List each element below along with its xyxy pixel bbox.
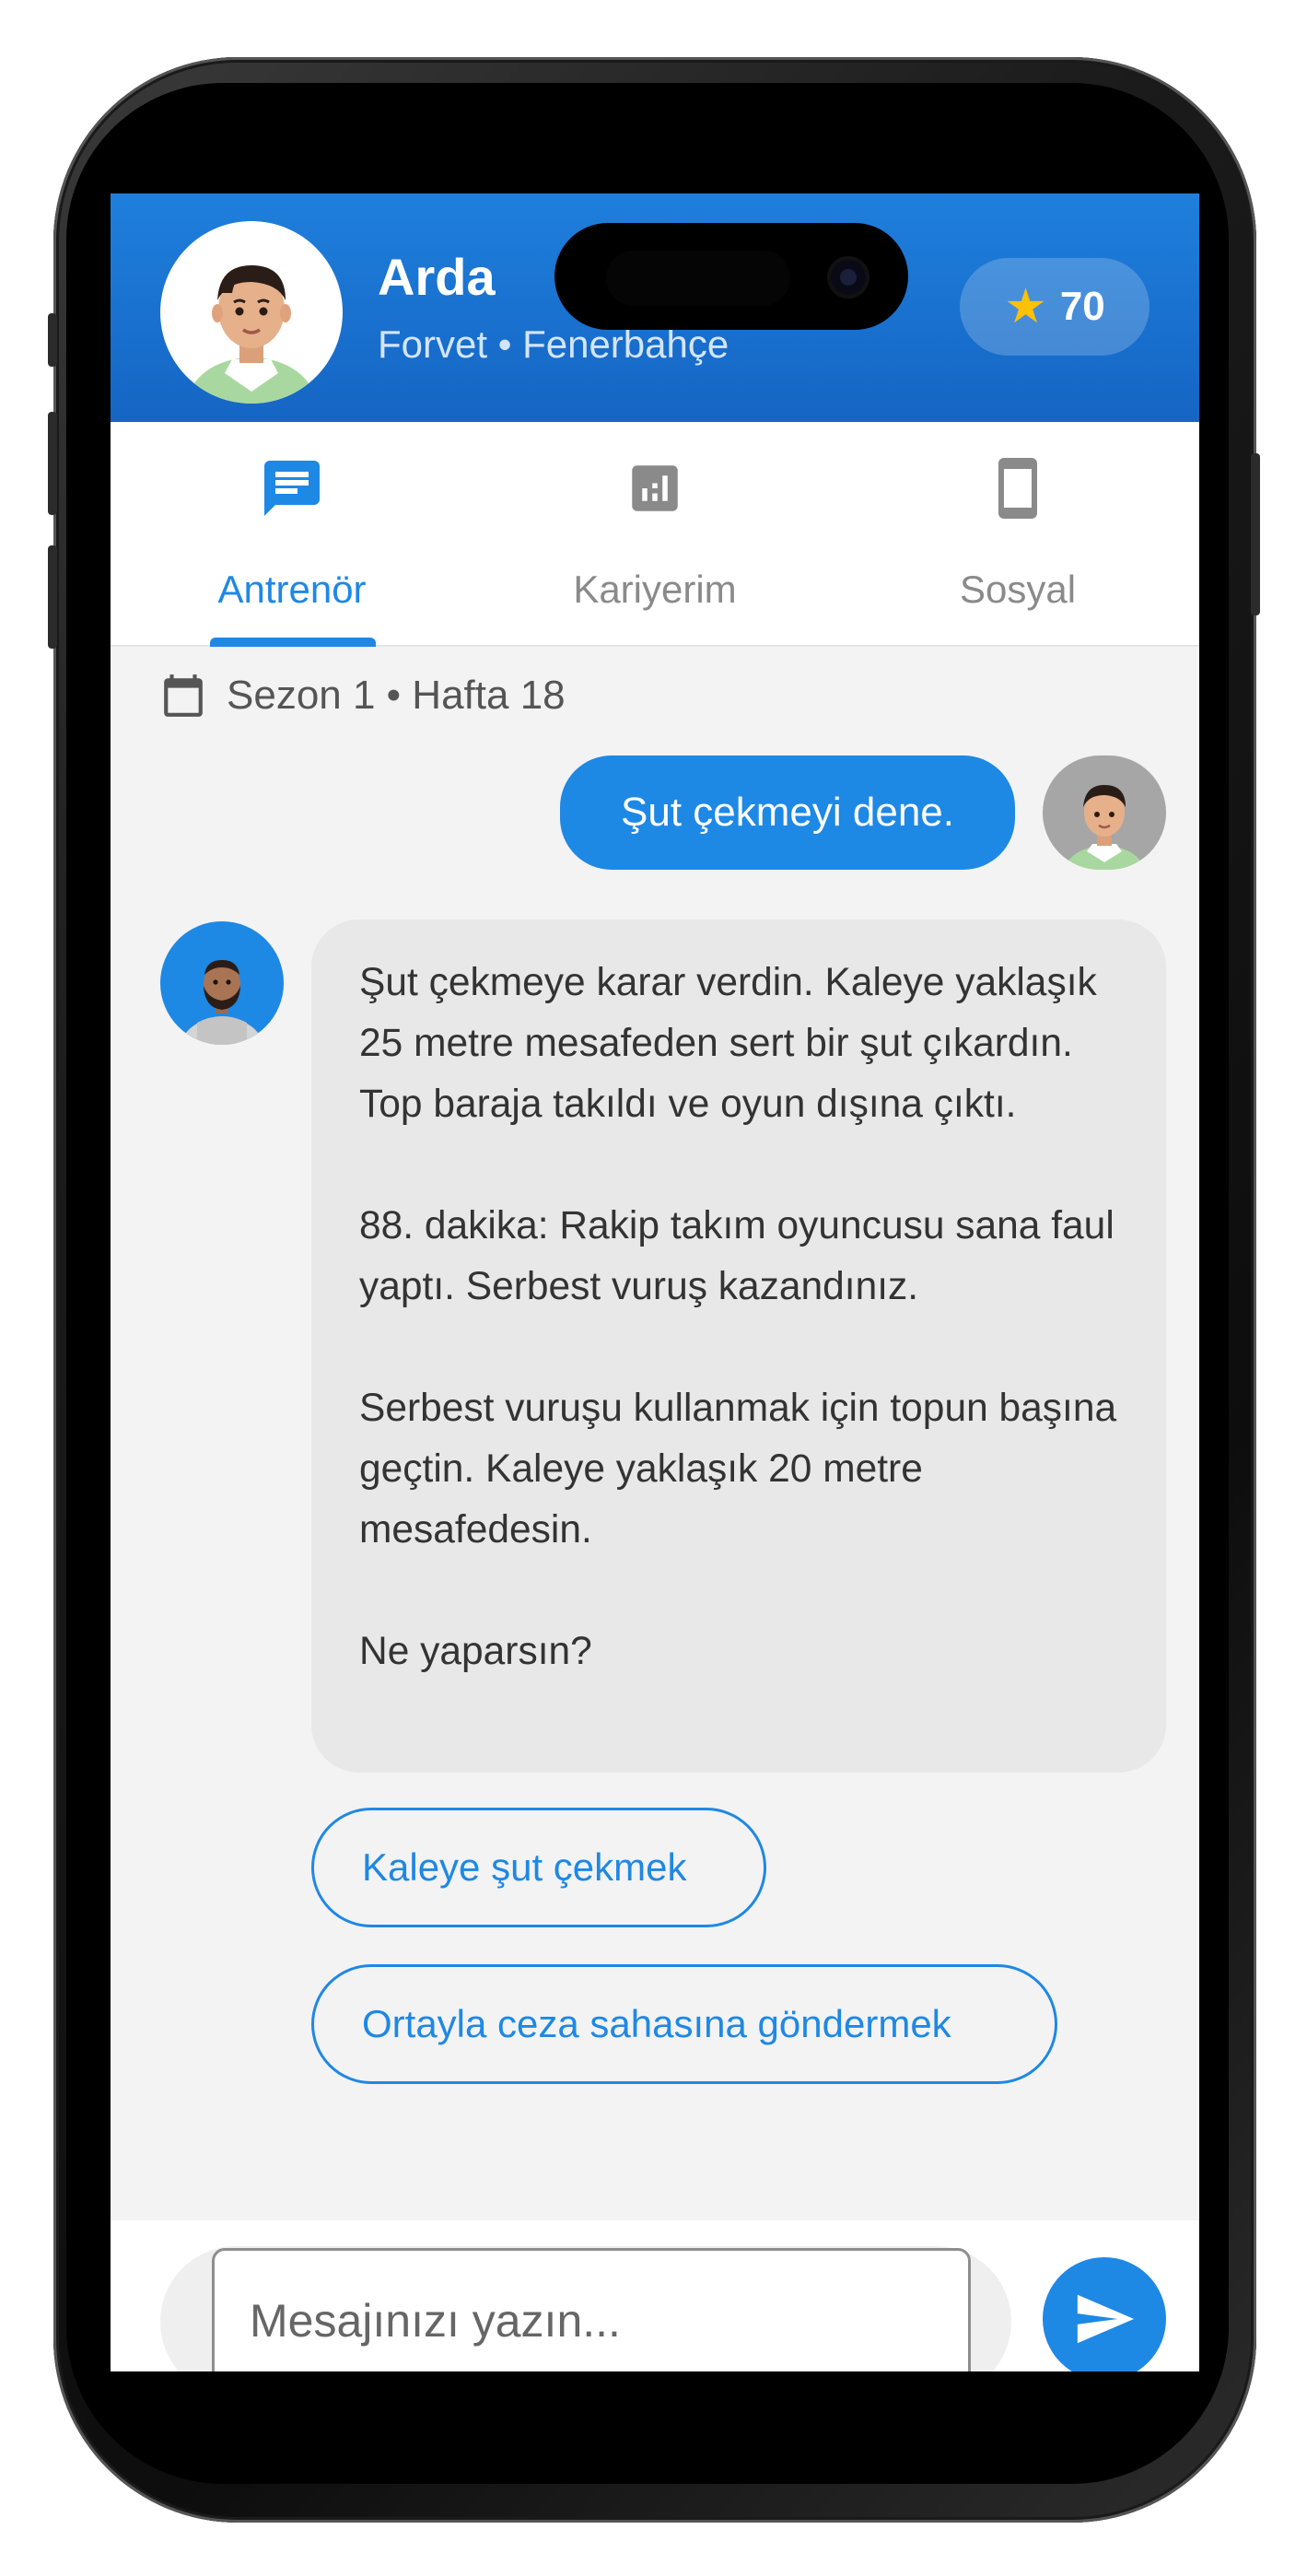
coach-avatar-image <box>180 960 264 1045</box>
app-screen: Arda Forvet • Fenerbahçe ★ 70 Antrenör K… <box>111 193 1199 2371</box>
player-avatar[interactable] <box>160 221 343 404</box>
tab-antrenor-label: Antrenör <box>217 568 367 611</box>
message-composer <box>111 2220 1199 2371</box>
user-message-text: Şut çekmeyi dene. <box>621 790 954 835</box>
user-avatar-image <box>1064 785 1145 870</box>
option-shoot-label: Kaleye şut çekmek <box>362 1845 687 1889</box>
player-avatar-image <box>187 265 316 404</box>
score-value: 70 <box>1059 284 1105 329</box>
action-button <box>48 313 57 367</box>
star-icon: ★ <box>1004 280 1047 334</box>
tab-sosyal[interactable]: Sosyal <box>836 422 1199 647</box>
dynamic-island <box>554 223 908 330</box>
tab-antrenor[interactable]: Antrenör <box>111 422 473 647</box>
calendar-icon <box>164 674 203 717</box>
coach-message-bubble: Şut çekmeye karar verdin. Kaleye yaklaşı… <box>311 919 1166 1773</box>
coach-avatar <box>160 921 284 1045</box>
camera-lens <box>827 256 869 299</box>
tab-sosyal-label: Sosyal <box>959 568 1077 611</box>
phone-icon <box>998 458 1037 519</box>
season-week-text: Sezon 1 • Hafta 18 <box>227 673 566 718</box>
phone-bezel: Arda Forvet • Fenerbahçe ★ 70 Antrenör K… <box>66 83 1229 2484</box>
send-button[interactable] <box>1043 2257 1166 2371</box>
chat-icon <box>264 461 320 516</box>
season-week-label: Sezon 1 • Hafta 18 <box>160 673 566 719</box>
player-name: Arda <box>378 248 496 306</box>
tab-bar: Antrenör Kariyerim Sosyal <box>111 422 1199 647</box>
user-message-bubble: Şut çekmeyi dene. <box>560 755 1015 870</box>
tab-kariyerim[interactable]: Kariyerim <box>473 422 836 647</box>
coach-message-paragraph: Şut çekmeye karar verdin. Kaleye yaklaşı… <box>359 961 1097 1126</box>
island-sensor <box>606 251 790 306</box>
volume-down-button <box>48 545 57 649</box>
option-cross-label: Ortayla ceza sahasına göndermek <box>362 2002 951 2045</box>
tab-kariyerim-label: Kariyerim <box>573 568 737 611</box>
coach-message-paragraph: Ne yaparsın? <box>359 1630 592 1673</box>
message-input[interactable] <box>212 2248 971 2371</box>
user-avatar <box>1043 755 1166 870</box>
send-icon <box>1077 2294 1135 2344</box>
score-badge[interactable]: ★ 70 <box>960 258 1149 356</box>
coach-message-paragraph: Serbest vuruşu kullanmak için topun başı… <box>359 1387 1117 1551</box>
active-tab-indicator <box>210 638 376 647</box>
stats-icon <box>632 465 678 511</box>
option-shoot-button[interactable]: Kaleye şut çekmek <box>311 1808 766 1927</box>
volume-up-button <box>48 412 57 515</box>
power-button <box>1251 453 1260 615</box>
option-cross-button[interactable]: Ortayla ceza sahasına göndermek <box>311 1964 1057 2084</box>
coach-message-paragraph: 88. dakika: Rakip takım oyuncusu sana fa… <box>359 1204 1114 1308</box>
